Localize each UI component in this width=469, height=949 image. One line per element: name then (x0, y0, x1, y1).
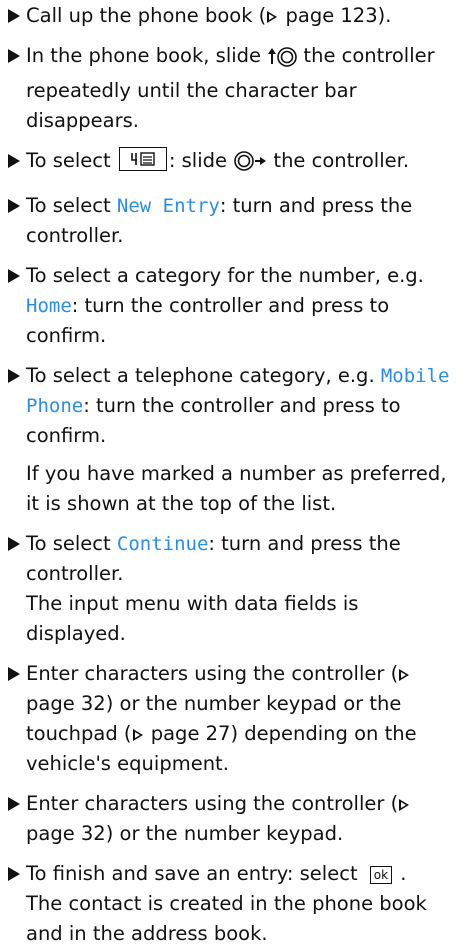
step-10: To finish and save an entry: select ok .… (8, 859, 463, 949)
bullet-icon (8, 269, 20, 283)
bullet-icon (8, 9, 20, 23)
step-text: . (394, 862, 407, 885)
page-ref-arrow-icon (267, 10, 278, 23)
note-paragraph: If you have marked a number as preferred… (26, 462, 447, 515)
page-reference: page 32 (26, 822, 106, 845)
phonebook-menu-icon (118, 147, 167, 171)
step-3: To select : slide the controller. (8, 146, 463, 181)
step-5: To select a category for the number, e.g… (8, 261, 463, 351)
bullet-icon (8, 154, 20, 168)
step-7: To select Continue: turn and press the c… (8, 529, 463, 649)
step-text: Enter characters using the controller ( (26, 662, 399, 685)
step-2: In the phone book, slide the controller … (8, 41, 463, 136)
page-reference: page 123 (285, 4, 378, 27)
bullet-icon (8, 797, 20, 811)
step-text: ). (377, 4, 392, 27)
step-4: To select New Entry: turn and press the … (8, 191, 463, 251)
ok-button-icon: ok (369, 866, 393, 884)
bullet-icon (8, 199, 20, 213)
step-text: Enter characters using the controller ( (26, 792, 399, 815)
step-text: To finish and save an entry: select (26, 862, 364, 885)
page-ref-arrow-icon (132, 728, 143, 741)
step-text: To select a telephone category, e.g. (26, 364, 381, 387)
bullet-icon (8, 867, 20, 881)
step-text: In the phone book, slide (26, 44, 268, 67)
controller-slide-right-icon (233, 150, 267, 181)
page-ref-arrow-icon (399, 798, 410, 811)
page-ref-arrow-icon (399, 668, 410, 681)
menu-item-new-entry: New Entry (116, 195, 220, 217)
step-result-text: The contact is created in the phone book… (26, 892, 427, 945)
step-text: To select (26, 194, 117, 217)
step-9: Enter characters using the controller ( … (8, 789, 463, 849)
bullet-icon (8, 369, 20, 383)
menu-item-continue: Continue (116, 533, 209, 555)
step-6: To select a telephone category, e.g. Mob… (8, 361, 463, 451)
instruction-page: Call up the phone book ( page 123). In t… (0, 0, 469, 945)
step-text: : slide (168, 149, 234, 172)
step-text: Call up the phone book ( (26, 4, 267, 27)
page-reference: page 32 (26, 692, 106, 715)
page-reference: page 27 (150, 722, 231, 745)
step-text: : turn the controller and press to confi… (26, 394, 401, 447)
controller-slide-up-icon (267, 45, 298, 76)
step-text: ) or the number keypad. (105, 822, 344, 845)
menu-item-home: Home (26, 295, 72, 317)
step-text: : turn the controller and press to confi… (26, 294, 390, 347)
step-text: the controller. (267, 149, 410, 172)
step-result-text: The input menu with data fields is displ… (26, 592, 359, 645)
step-text: To select (26, 532, 117, 555)
bullet-icon (8, 667, 20, 681)
step-text: To select (26, 149, 117, 172)
bullet-icon (8, 537, 20, 551)
step-1: Call up the phone book ( page 123). (8, 1, 463, 31)
step-8: Enter characters using the controller ( … (8, 659, 463, 779)
bullet-icon (8, 49, 20, 63)
step-text: To select a category for the number, e.g… (26, 264, 424, 287)
